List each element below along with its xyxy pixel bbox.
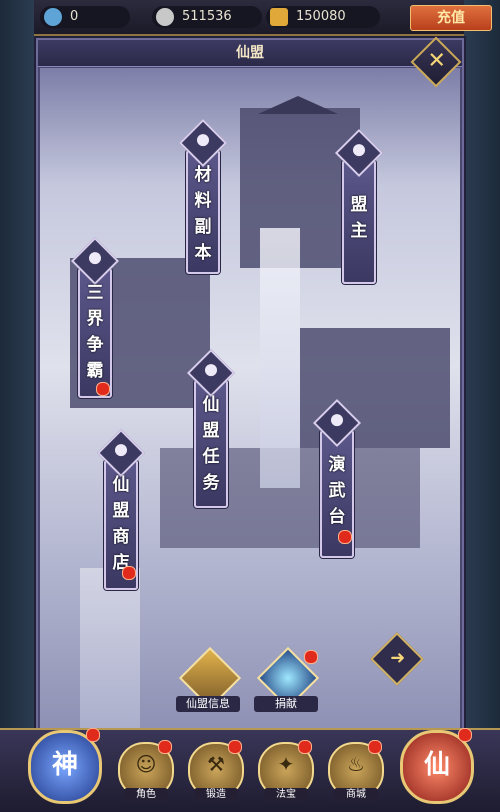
notification-dot	[458, 728, 472, 742]
notification-dot	[86, 728, 100, 742]
banner-label: 盟 主	[350, 195, 368, 241]
banner-arena[interactable]: 演 武 台	[312, 398, 362, 558]
notification-dot	[298, 740, 312, 754]
gold-counter: 150080	[266, 6, 380, 28]
gem-value: 0	[70, 9, 79, 24]
banner-label: 仙 盟 任 务	[202, 395, 220, 493]
notification-dot	[304, 650, 318, 664]
banner-label: 仙 盟 商 店	[112, 475, 130, 573]
nav-treasure[interactable]: ✦ 法宝	[258, 740, 314, 802]
notification-dot	[122, 566, 136, 580]
notification-dot	[338, 530, 352, 544]
nav-label: 商城	[334, 788, 378, 802]
notification-dot	[228, 740, 242, 754]
nav-label: 锻造	[194, 788, 238, 802]
immortal-label: 仙	[423, 750, 450, 780]
notification-dot	[158, 740, 172, 754]
silver-counter: 511536	[152, 6, 262, 28]
nav-shop[interactable]: ♨ 商城	[328, 740, 384, 802]
shop-cauldron-icon: ♨	[347, 752, 365, 776]
gold-ingot-icon	[270, 8, 288, 26]
banner-label: 材 料 副 本	[194, 165, 212, 263]
nav-forge[interactable]: ⚒ 锻造	[188, 740, 244, 802]
close-x-icon: ✕	[427, 48, 446, 74]
banner-leader[interactable]: 盟 主	[334, 128, 384, 284]
banner-three-realms[interactable]: 三 界 争 霸	[70, 236, 120, 398]
waterfall	[260, 228, 300, 488]
panel-title: 仙盟	[38, 40, 462, 67]
resource-bar: 0 511536 150080 充值	[34, 0, 492, 36]
banner-label: 演 武 台	[328, 455, 346, 527]
banner-materials[interactable]: 材 料 副 本	[178, 118, 228, 274]
nav-label: 角色	[124, 788, 168, 802]
mist	[80, 568, 140, 728]
alliance-info-button[interactable]: 仙盟信息	[176, 646, 242, 712]
notification-dot	[368, 740, 382, 754]
notification-dot	[96, 382, 110, 396]
donate-label: 捐献	[254, 696, 318, 712]
silver-value: 511536	[182, 9, 232, 24]
recharge-button[interactable]: 充值	[410, 5, 492, 31]
treasure-icon: ✦	[277, 752, 295, 776]
silver-coin-icon	[156, 8, 174, 26]
banner-label: 三 界 争 霸	[86, 283, 104, 381]
character-icon: ☺	[135, 752, 157, 776]
gem-icon	[44, 8, 62, 26]
pagoda-roof	[258, 96, 338, 114]
arrow-icon: ➜	[390, 647, 406, 669]
gold-value: 150080	[296, 9, 346, 24]
banner-shop[interactable]: 仙 盟 商 店	[96, 428, 146, 590]
alliance-info-label: 仙盟信息	[176, 696, 240, 712]
forge-icon: ⚒	[207, 752, 225, 776]
gem-counter: 0	[40, 6, 130, 28]
divine-label: 神	[51, 750, 78, 780]
banner-quests[interactable]: 仙 盟 任 务	[186, 348, 236, 508]
nav-label: 法宝	[264, 788, 308, 802]
nav-character[interactable]: ☺ 角色	[118, 740, 174, 802]
donate-button[interactable]: 捐献	[254, 646, 320, 712]
